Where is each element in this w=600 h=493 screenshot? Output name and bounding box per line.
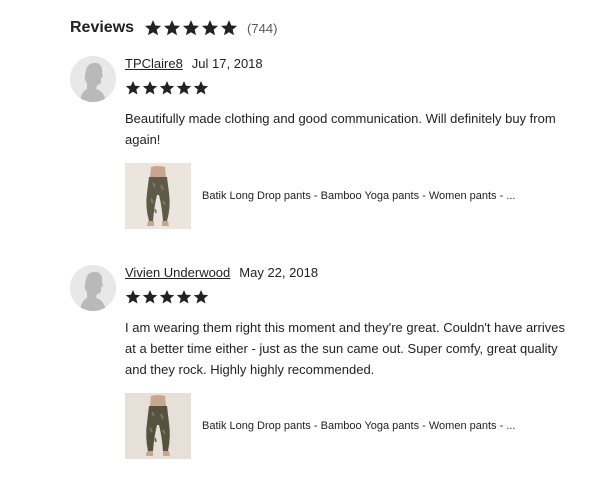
star-icon <box>182 19 200 37</box>
reviewed-product-link[interactable]: Batik Long Drop pants - Bamboo Yoga pant… <box>125 393 585 459</box>
star-icon <box>176 80 192 96</box>
review-text: Beautifully made clothing and good commu… <box>125 111 556 147</box>
star-icon <box>142 289 158 305</box>
review-rating-stars <box>125 288 585 306</box>
star-icon <box>201 19 219 37</box>
reviews-title: Reviews <box>70 19 135 36</box>
review-count: (744) <box>247 20 278 36</box>
reviewer-name-link[interactable]: Vivien Underwood <box>125 265 230 280</box>
reviewer-name-link[interactable]: TPClaire8 <box>125 56 183 71</box>
star-icon <box>125 289 141 305</box>
star-icon <box>125 80 141 96</box>
default-avatar-icon[interactable] <box>70 265 116 311</box>
overall-rating-stars <box>144 19 239 37</box>
star-icon <box>193 80 209 96</box>
star-icon <box>159 80 175 96</box>
star-icon <box>144 19 162 37</box>
default-avatar-icon[interactable] <box>70 56 116 102</box>
reviewed-product-link[interactable]: Batik Long Drop pants - Bamboo Yoga pant… <box>125 163 585 229</box>
review-text: I am wearing them right this moment and … <box>125 320 565 377</box>
review-date: May 22, 2018 <box>239 265 319 280</box>
star-icon <box>159 289 175 305</box>
review-date: Jul 17, 2018 <box>191 56 263 71</box>
star-icon <box>163 19 181 37</box>
product-thumbnail[interactable] <box>125 163 191 229</box>
star-icon <box>193 289 209 305</box>
star-icon <box>176 289 192 305</box>
reviews-header: Reviews (744) <box>70 16 277 40</box>
product-title[interactable]: Batik Long Drop pants - Bamboo Yoga pant… <box>202 190 515 202</box>
product-title[interactable]: Batik Long Drop pants - Bamboo Yoga pant… <box>202 420 515 432</box>
product-thumbnail[interactable] <box>125 393 191 459</box>
review-rating-stars <box>125 79 585 97</box>
star-icon <box>142 80 158 96</box>
star-icon <box>220 19 238 37</box>
